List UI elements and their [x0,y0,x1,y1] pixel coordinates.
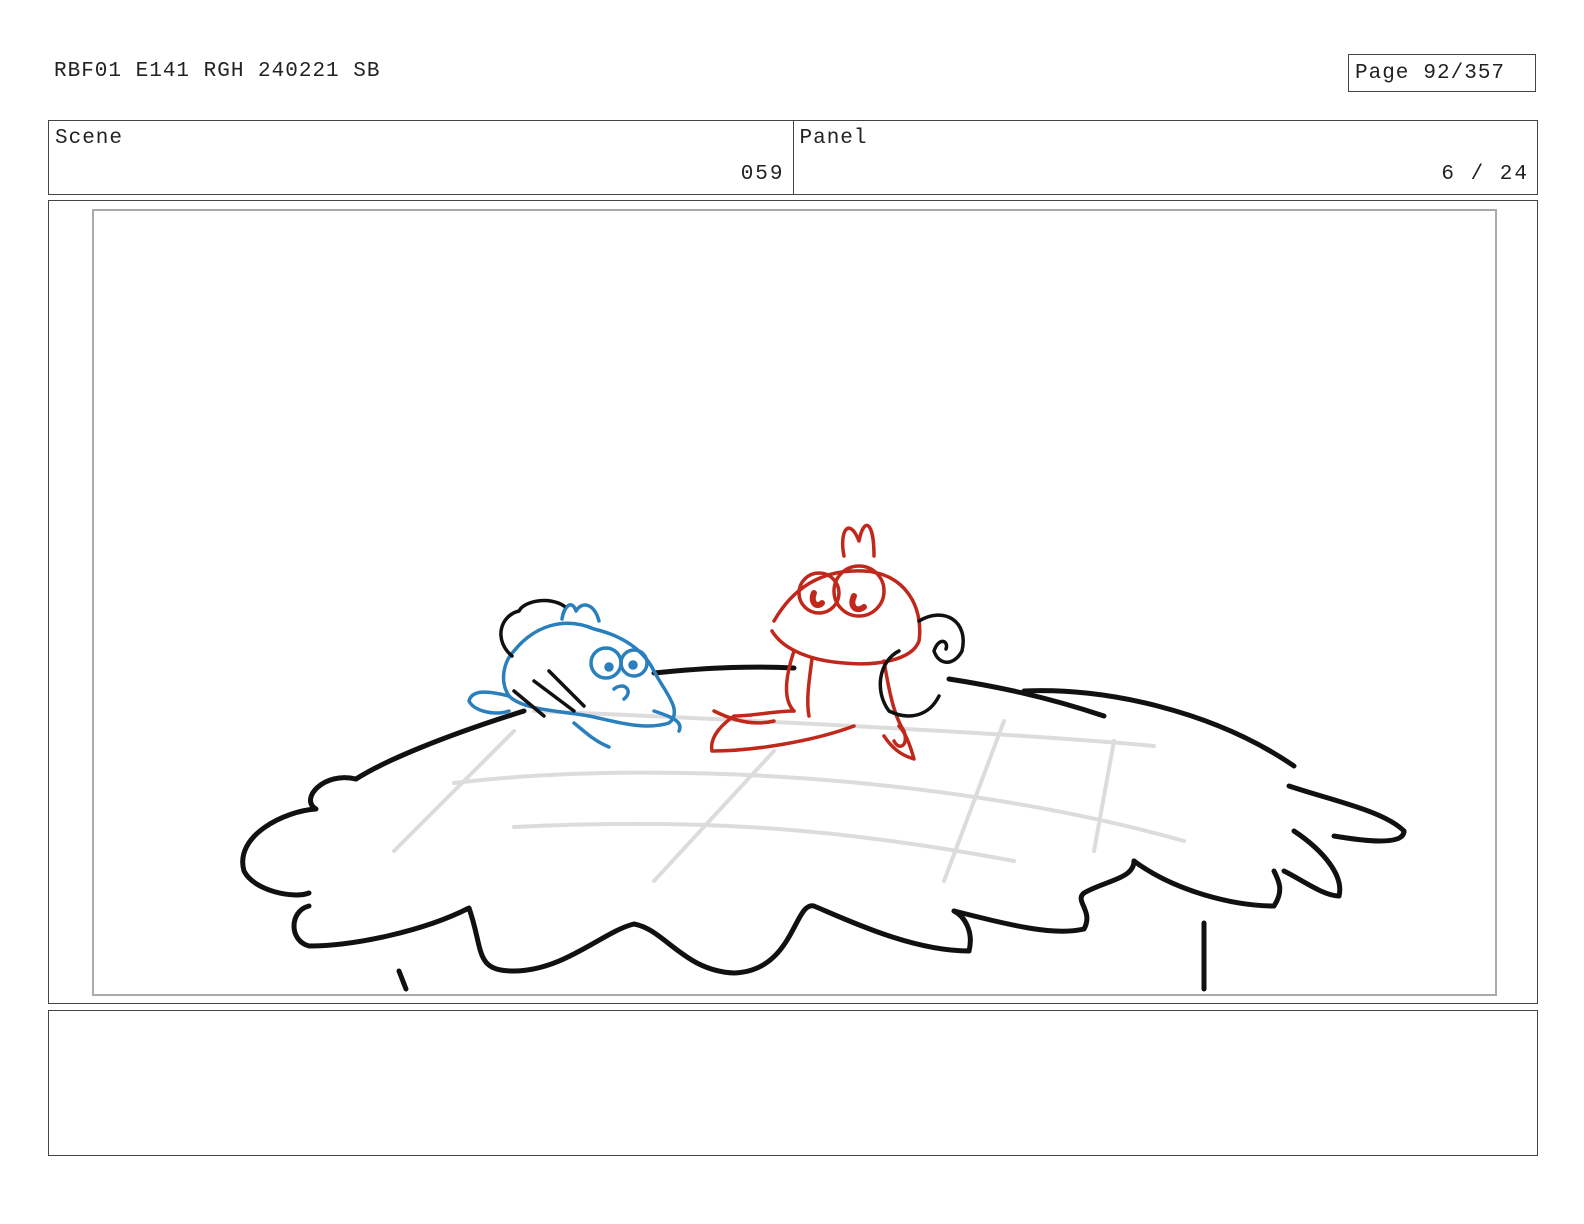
panel-number: 6 / 24 [1441,163,1529,186]
scene-panel-info: Scene 059 Panel 6 / 24 [48,120,1538,195]
page-indicator: Page 92/357 [1348,54,1536,92]
storyboard-drawing [92,209,1497,996]
page-label: Page [1355,61,1410,85]
panel-label: Panel [799,127,868,150]
scene-number: 059 [740,163,785,186]
scene-cell: Scene 059 [49,121,793,194]
panel-cell: Panel 6 / 24 [792,121,1538,194]
document-id: RBF01 E141 RGH 240221 SB [54,60,381,83]
bed-grid-guides [392,709,1186,883]
page-value: 92/357 [1423,61,1506,85]
sketch-canvas [240,523,1407,992]
panel-notes [48,1010,1538,1156]
scene-label: Scene [55,127,124,150]
